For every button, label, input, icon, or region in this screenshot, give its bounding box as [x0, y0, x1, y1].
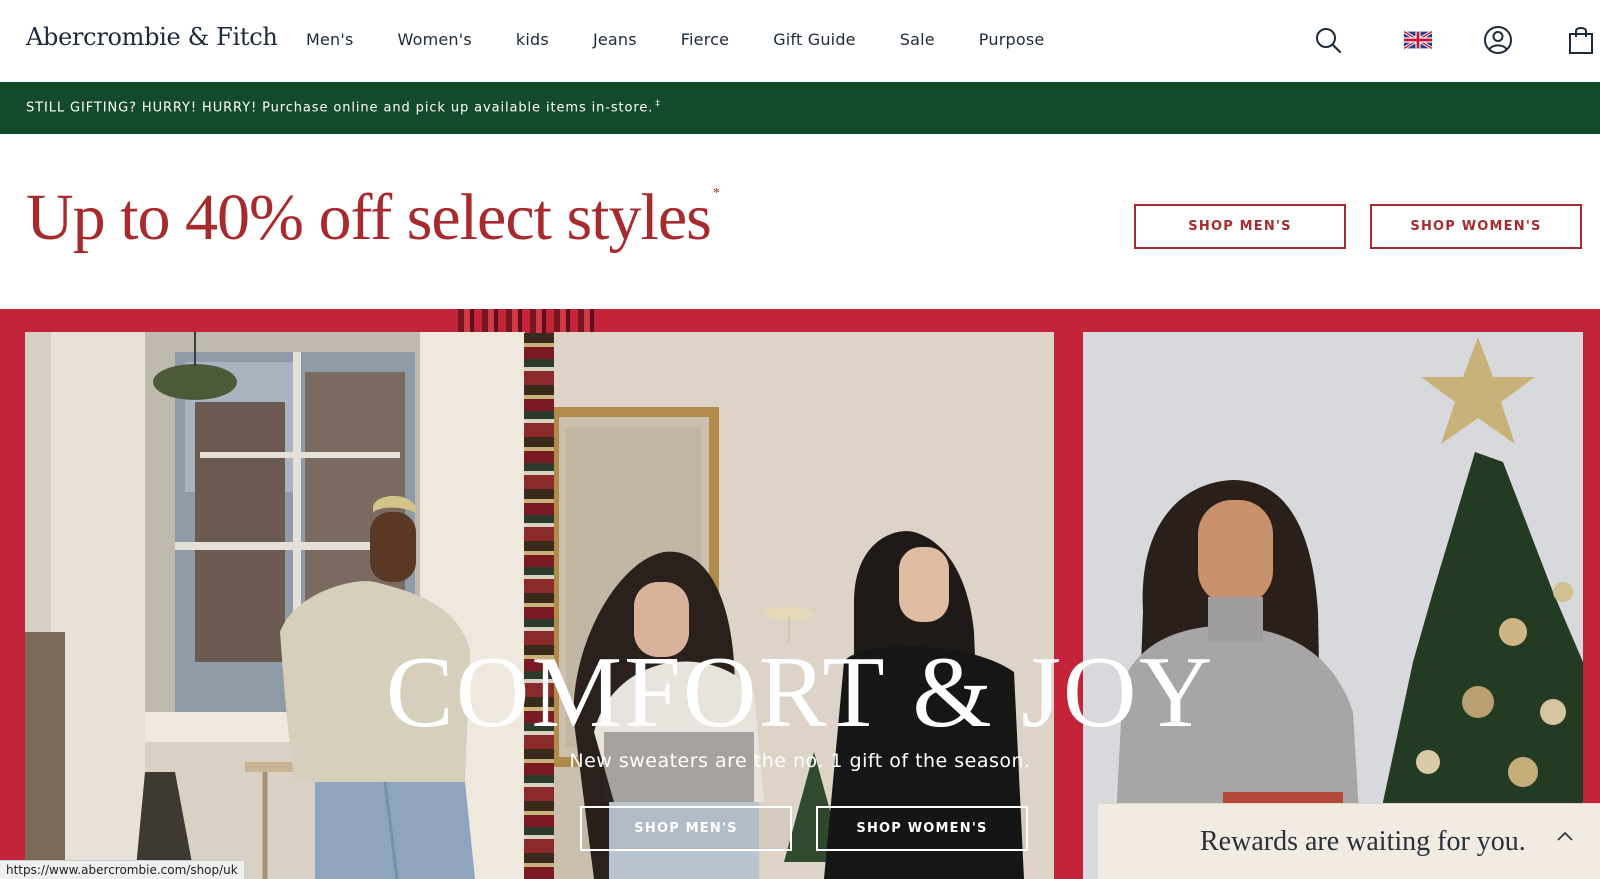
promo-marker: ‡ — [655, 99, 661, 109]
search-icon[interactable] — [1310, 22, 1346, 58]
nav-item-kids[interactable]: kids — [516, 30, 549, 49]
sale-headline-text: Up to 40% off select styles — [26, 181, 712, 254]
sale-asterisk: * — [712, 186, 720, 201]
sale-headline[interactable]: Up to 40% off select styles * — [26, 180, 720, 256]
nav-item-sale[interactable]: Sale — [900, 30, 935, 49]
promo-message: STILL GIFTING? HURRY! HURRY! Purchase on… — [26, 100, 654, 116]
shopping-bag-icon[interactable] — [1563, 22, 1599, 58]
account-icon[interactable] — [1480, 22, 1516, 58]
nav-item-mens[interactable]: Men's — [306, 30, 354, 49]
hero-image-womens — [554, 332, 1054, 879]
hero-banner[interactable]: COMFORT & JOY New sweaters are the no. 1… — [0, 309, 1600, 879]
nav-item-purpose[interactable]: Purpose — [979, 30, 1045, 49]
status-bar-url: https://www.abercrombie.com/shop/uk — [0, 860, 245, 879]
nav-item-gift-guide[interactable]: Gift Guide — [773, 30, 856, 49]
hero-shop-mens-button[interactable]: SHOP MEN'S — [580, 806, 792, 851]
hero-image-gifting — [1083, 332, 1583, 879]
hero-image-mens — [25, 332, 525, 879]
shop-mens-button[interactable]: SHOP MEN'S — [1134, 204, 1346, 249]
promo-banner[interactable]: STILL GIFTING? HURRY! HURRY! Purchase on… — [0, 82, 1600, 134]
nav-item-fierce[interactable]: Fierce — [681, 30, 729, 49]
nav-item-womens[interactable]: Women's — [398, 30, 472, 49]
site-header: Abercrombie & Fitch Men's Women's kids J… — [0, 0, 1600, 82]
rewards-drawer[interactable]: Rewards are waiting for you. — [1098, 803, 1600, 879]
uk-flag-icon[interactable] — [1400, 22, 1436, 58]
hero-title: COMFORT & JOY — [385, 636, 1215, 749]
rewards-message: Rewards are waiting for you. — [1200, 826, 1526, 857]
brand-logo[interactable]: Abercrombie & Fitch — [26, 23, 278, 51]
main-nav: Men's Women's kids Jeans Fierce Gift Gui… — [306, 30, 1088, 49]
plaid-ribbon-vertical — [524, 333, 554, 879]
nav-item-jeans[interactable]: Jeans — [593, 30, 637, 49]
plaid-ribbon-horizontal — [458, 309, 598, 333]
hero-subtitle: New sweaters are the no. 1 gift of the s… — [569, 750, 1031, 772]
shop-womens-button[interactable]: SHOP WOMEN'S — [1370, 204, 1582, 249]
hero-shop-womens-button[interactable]: SHOP WOMEN'S — [816, 806, 1028, 851]
promo-text: STILL GIFTING? HURRY! HURRY! Purchase on… — [26, 99, 661, 115]
chevron-up-icon[interactable] — [1556, 829, 1574, 843]
